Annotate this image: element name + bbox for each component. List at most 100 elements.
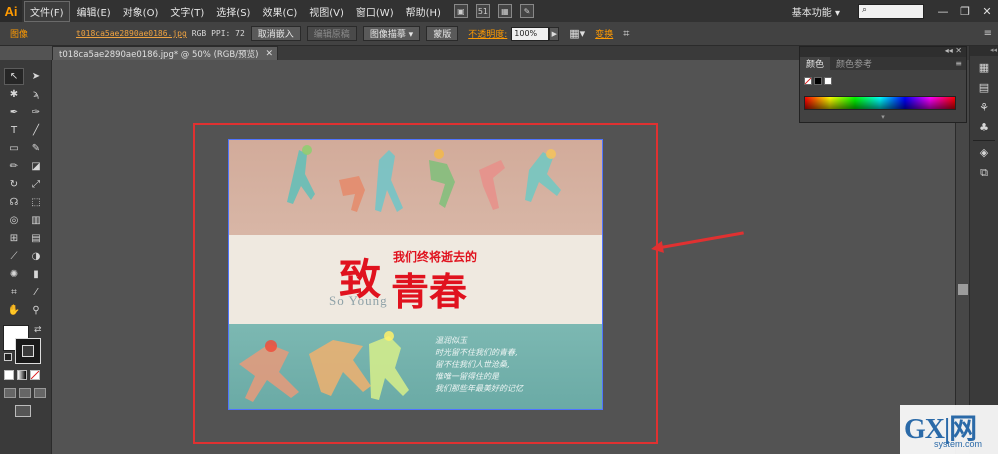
minimize-button[interactable]: —: [932, 0, 954, 22]
direct-selection-tool-icon[interactable]: ➤: [26, 68, 46, 85]
lasso-tool-icon[interactable]: ϡ: [26, 86, 46, 103]
layers-panel-icon[interactable]: ◈: [973, 144, 995, 161]
menu-edit[interactable]: 编辑(E): [72, 2, 116, 21]
selection-tool-icon[interactable]: ↖: [4, 68, 24, 85]
perspective-grid-tool-icon[interactable]: ▥: [26, 212, 46, 229]
close-tab-icon[interactable]: ✕: [265, 49, 273, 59]
gradient-tool-icon[interactable]: ▤: [26, 230, 46, 247]
scale-tool-icon[interactable]: ⤢: [26, 176, 46, 193]
workspace-switcher[interactable]: 基本功能 ▾: [792, 4, 840, 19]
pencil-tool-icon[interactable]: ✏: [4, 158, 24, 175]
tab-color[interactable]: 颜色: [800, 57, 831, 70]
shape-builder-tool-icon[interactable]: ◎: [4, 212, 24, 229]
menu-view[interactable]: 视图(V): [304, 2, 349, 21]
placed-image[interactable]: 致 我们终将逝去的 青春 So Young 温润似玉 时光留不住我们的青春, 留…: [228, 139, 603, 410]
image-bottom-band: [229, 324, 602, 409]
draw-inside-icon[interactable]: [34, 388, 46, 398]
slice-tool-icon[interactable]: ⁄: [26, 284, 46, 301]
color-panel-icon[interactable]: ▦: [973, 59, 995, 76]
poem-line: 留不住我们人世沧桑,: [435, 360, 510, 369]
color-panel-tabs: 颜色 颜色参考: [800, 57, 966, 70]
curvature-tool-icon[interactable]: ✑: [26, 104, 46, 121]
mesh-tool-icon[interactable]: ⊞: [4, 230, 24, 247]
menu-file[interactable]: 文件(F): [24, 0, 70, 22]
warp-tool-icon[interactable]: ☊: [4, 194, 24, 211]
transparency-panel-icon[interactable]: ▤: [973, 79, 995, 96]
menu-type[interactable]: 文字(T): [165, 2, 209, 21]
white-swatch[interactable]: [824, 77, 832, 85]
type-tool-icon[interactable]: T: [4, 122, 24, 139]
panel-collapse-icon[interactable]: ◂◂ ✕: [945, 46, 962, 55]
column-graph-tool-icon[interactable]: ▮: [26, 266, 46, 283]
bridge-icon[interactable]: ▣: [453, 4, 468, 18]
opacity-label[interactable]: 不透明度:: [468, 27, 507, 40]
eraser-tool-icon[interactable]: ◪: [26, 158, 46, 175]
control-bar-menu-icon[interactable]: ≡: [984, 28, 992, 39]
menu-help[interactable]: 帮助(H): [401, 2, 446, 21]
opacity-dropdown-icon[interactable]: ▶: [549, 26, 560, 41]
dock-header[interactable]: ◂◂: [970, 46, 998, 56]
hand-tool-icon[interactable]: ✋: [4, 302, 24, 319]
color-mode-row: [4, 370, 40, 380]
isolate-icon[interactable]: ⌗: [623, 27, 629, 41]
rectangle-tool-icon[interactable]: ▭: [4, 140, 24, 157]
gradient-mode-icon[interactable]: [17, 370, 27, 380]
color-info: RGB PPI: 72: [191, 29, 245, 38]
gpu-icon[interactable]: ✎: [519, 4, 534, 18]
poem-block: 温润似玉 时光留不住我们的青春, 留不住我们人世沧桑, 惟唯一留得住的是 我们那…: [435, 335, 523, 395]
symbols-panel-icon[interactable]: ♣: [973, 119, 995, 136]
menu-effect[interactable]: 效果(C): [257, 2, 302, 21]
brushes-panel-icon[interactable]: ⚘: [973, 99, 995, 116]
linked-file-link[interactable]: t018ca5ae2890ae0186.jpg: [76, 29, 187, 38]
stroke-color-swatch[interactable]: [15, 338, 41, 364]
menu-object[interactable]: 对象(O): [118, 2, 164, 21]
color-mode-icon[interactable]: [4, 370, 14, 380]
blend-tool-icon[interactable]: ◑: [26, 248, 46, 265]
layout-icon[interactable]: ▦: [497, 4, 512, 18]
color-panel-header[interactable]: ◂◂ ✕: [800, 46, 966, 57]
help-search-input[interactable]: ⌕: [858, 3, 924, 19]
unembed-button[interactable]: 取消嵌入: [250, 26, 301, 41]
none-mode-icon[interactable]: [30, 370, 40, 380]
restore-button[interactable]: ❐: [954, 0, 976, 22]
tab-color-guide[interactable]: 颜色参考: [830, 57, 878, 70]
swap-colors-icon[interactable]: ⇄: [34, 325, 42, 335]
document-tab-title: t018ca5ae2890ae0186.jpg* @ 50% (RGB/预览): [59, 49, 259, 60]
artboard-tool-icon[interactable]: ⌗: [4, 284, 24, 301]
black-swatch[interactable]: [814, 77, 822, 85]
free-transform-tool-icon[interactable]: ⬚: [26, 194, 46, 211]
close-window-button[interactable]: ✕: [976, 0, 998, 22]
panel-resize-handle[interactable]: ▾: [800, 113, 966, 122]
line-tool-icon[interactable]: ╱: [26, 122, 46, 139]
draw-behind-icon[interactable]: [19, 388, 31, 398]
panel-menu-icon[interactable]: ≡: [955, 59, 962, 68]
arrange-documents-icon[interactable]: 51: [475, 4, 490, 18]
menu-select[interactable]: 选择(S): [211, 2, 255, 21]
menu-window[interactable]: 窗口(W): [351, 2, 399, 21]
site-watermark: GX|网 system.com: [900, 405, 998, 454]
transform-link[interactable]: 变换: [595, 27, 613, 40]
paintbrush-tool-icon[interactable]: ✎: [26, 140, 46, 157]
poem-line: 我们那些年最美好的记忆: [435, 384, 523, 393]
artboards-panel-icon[interactable]: ⧉: [973, 164, 995, 181]
rotate-tool-icon[interactable]: ↻: [4, 176, 24, 193]
mask-button[interactable]: 蒙版: [426, 26, 459, 41]
eyedropper-tool-icon[interactable]: ⟋: [4, 248, 24, 265]
opacity-input[interactable]: 100%: [511, 26, 550, 41]
document-tab[interactable]: t018ca5ae2890ae0186.jpg* @ 50% (RGB/预览) …: [52, 46, 278, 60]
dancers-silhouettes-bottom: [239, 331, 409, 402]
screen-mode-icon[interactable]: [15, 405, 31, 417]
color-spectrum[interactable]: [804, 96, 956, 110]
image-trace-button[interactable]: 图像描摹 ▾: [362, 26, 421, 41]
default-colors-icon[interactable]: [4, 353, 12, 361]
recolor-icon[interactable]: ▦▾: [569, 27, 585, 40]
edit-original-button[interactable]: 编辑原稿: [306, 26, 357, 41]
vertical-scrollbar-thumb[interactable]: [958, 284, 968, 295]
pen-tool-icon[interactable]: ✒: [4, 104, 24, 121]
magic-wand-tool-icon[interactable]: ✱: [4, 86, 24, 103]
draw-mode-row: [4, 388, 46, 398]
draw-normal-icon[interactable]: [4, 388, 16, 398]
none-swatch[interactable]: [804, 77, 812, 85]
zoom-tool-icon[interactable]: ⚲: [26, 302, 46, 319]
symbol-sprayer-tool-icon[interactable]: ✺: [4, 266, 24, 283]
